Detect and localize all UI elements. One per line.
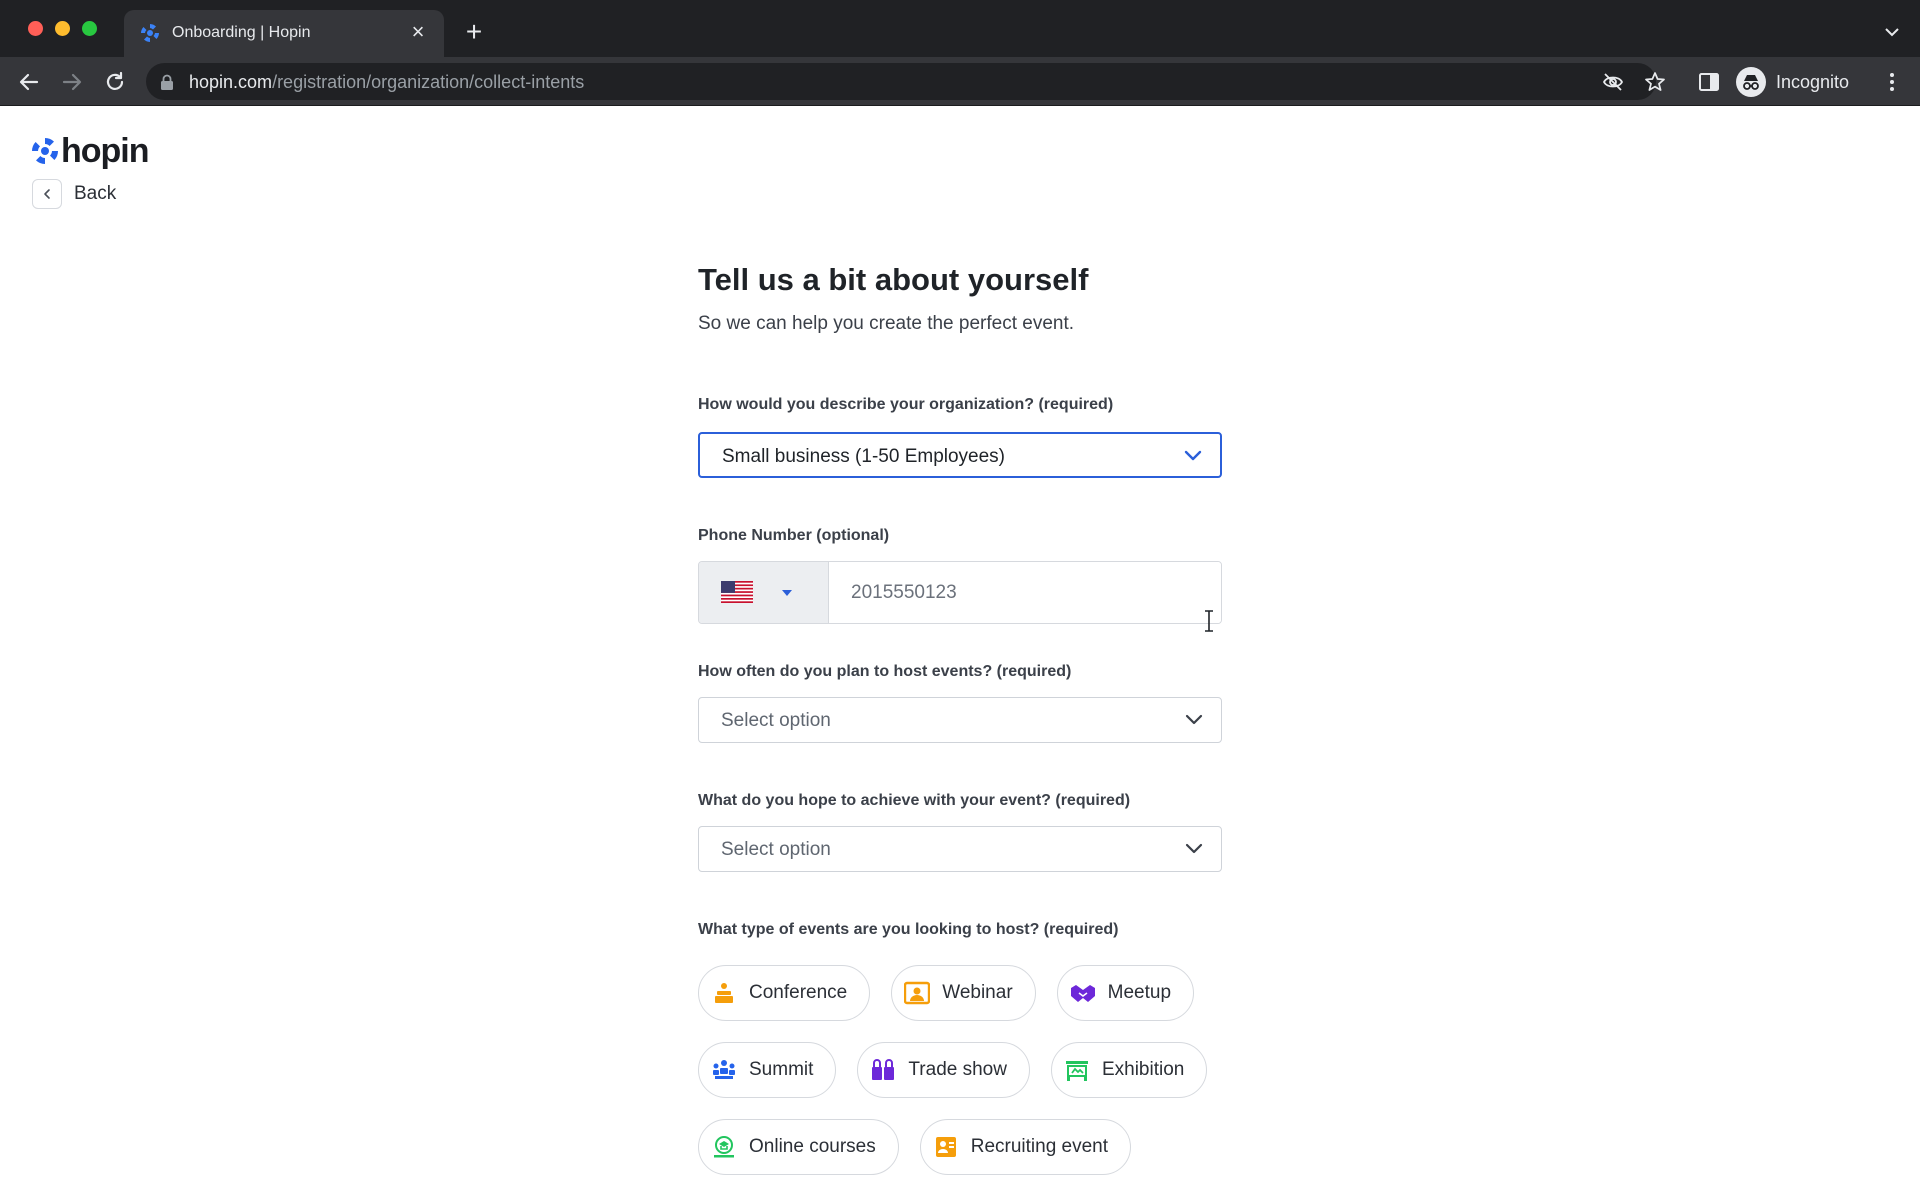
event-type-chip-trade-show[interactable]: Trade show bbox=[857, 1042, 1030, 1098]
logo-wordmark: hopin bbox=[61, 132, 150, 170]
summit-icon bbox=[711, 1057, 737, 1083]
event-types-label: What type of events are you looking to h… bbox=[698, 921, 1119, 938]
tab-search-chevron-icon[interactable] bbox=[1880, 20, 1904, 44]
online-courses-icon bbox=[711, 1134, 737, 1160]
phone-input[interactable] bbox=[829, 562, 1221, 623]
text-cursor-icon bbox=[1205, 610, 1213, 632]
phone-label: Phone Number (optional) bbox=[698, 527, 890, 544]
back-label: Back bbox=[74, 183, 117, 204]
window-minimize-button[interactable] bbox=[55, 21, 70, 36]
tab-title: Onboarding | Hopin bbox=[172, 24, 311, 41]
recruiting-event-icon bbox=[933, 1134, 959, 1160]
country-code-select[interactable] bbox=[699, 562, 829, 623]
phone-field bbox=[698, 561, 1222, 624]
chevron-down-icon bbox=[1185, 843, 1203, 854]
kebab-menu-icon[interactable] bbox=[1880, 70, 1904, 94]
new-tab-plus-icon[interactable]: + bbox=[460, 18, 488, 46]
event-type-chips: Conference Webinar Meetup Summit Trade s… bbox=[698, 965, 1222, 1196]
bookmark-star-icon[interactable] bbox=[1644, 71, 1666, 93]
lock-icon bbox=[161, 74, 173, 90]
frequency-label: How often do you plan to host events? (r… bbox=[698, 663, 1072, 680]
goal-label: What do you hope to achieve with your ev… bbox=[698, 792, 1131, 809]
event-type-chip-online-courses[interactable]: Online courses bbox=[698, 1119, 899, 1175]
frequency-select-placeholder: Select option bbox=[721, 710, 831, 731]
exhibition-icon bbox=[1064, 1057, 1090, 1083]
chevron-down-icon bbox=[1184, 450, 1202, 461]
event-type-chip-conference[interactable]: Conference bbox=[698, 965, 871, 1021]
meetup-icon bbox=[1070, 980, 1096, 1006]
incognito-profile-button[interactable]: Incognito bbox=[1736, 64, 1849, 100]
goal-select-placeholder: Select option bbox=[721, 839, 831, 860]
conference-icon bbox=[711, 980, 737, 1006]
window-maximize-button[interactable] bbox=[82, 21, 97, 36]
chip-label: Recruiting event bbox=[970, 1136, 1109, 1157]
chip-label: Meetup bbox=[1107, 982, 1172, 1003]
page-title: Tell us a bit about yourself bbox=[698, 262, 1089, 297]
url-host: hopin.com bbox=[189, 72, 273, 92]
hopin-logo-mark-icon bbox=[31, 137, 59, 165]
us-flag-icon bbox=[721, 581, 753, 603]
chip-label: Webinar bbox=[942, 982, 1013, 1003]
chip-label: Trade show bbox=[908, 1059, 1007, 1080]
address-bar[interactable]: hopin.com/registration/organization/coll… bbox=[146, 63, 1665, 100]
onboarding-form: Tell us a bit about yourself So we can h… bbox=[698, 260, 1222, 1175]
caret-down-icon bbox=[782, 590, 792, 596]
hopin-favicon-icon bbox=[141, 24, 159, 42]
chip-label: Conference bbox=[749, 982, 848, 1003]
window-close-button[interactable] bbox=[28, 21, 43, 36]
reload-icon[interactable] bbox=[102, 69, 128, 95]
event-type-chip-summit[interactable]: Summit bbox=[698, 1042, 837, 1098]
chip-label: Exhibition bbox=[1101, 1059, 1185, 1080]
browser-tab-active[interactable]: Onboarding | Hopin × bbox=[124, 10, 444, 57]
event-type-chip-webinar[interactable]: Webinar bbox=[891, 965, 1036, 1021]
event-type-chip-meetup[interactable]: Meetup bbox=[1056, 965, 1195, 1021]
organization-label: How would you describe your organization… bbox=[698, 396, 1114, 413]
back-button[interactable]: Back bbox=[32, 179, 116, 209]
url-text: hopin.com/registration/organization/coll… bbox=[189, 72, 584, 93]
side-panel-icon[interactable] bbox=[1697, 70, 1721, 94]
incognito-icon bbox=[1736, 67, 1766, 97]
organization-select[interactable]: Small business (1-50 Employees) bbox=[698, 432, 1222, 478]
organization-select-value: Small business (1-50 Employees) bbox=[722, 446, 1006, 467]
trade-show-icon bbox=[870, 1057, 896, 1083]
url-path: /registration/organization/collect-inten… bbox=[272, 72, 585, 92]
frequency-select[interactable]: Select option bbox=[698, 697, 1222, 743]
back-arrow-icon[interactable] bbox=[16, 69, 42, 95]
forward-arrow-icon[interactable] bbox=[59, 69, 85, 95]
incognito-label: Incognito bbox=[1776, 71, 1850, 92]
webinar-icon bbox=[904, 980, 931, 1006]
browser-toolbar: hopin.com/registration/organization/coll… bbox=[0, 57, 1920, 106]
browser-tab-bar: Onboarding | Hopin × + bbox=[0, 0, 1920, 57]
chevron-left-icon bbox=[32, 179, 62, 209]
hopin-logo: hopin bbox=[31, 131, 150, 171]
event-type-chip-exhibition[interactable]: Exhibition bbox=[1050, 1042, 1208, 1098]
page-subtitle: So we can help you create the perfect ev… bbox=[698, 313, 1075, 334]
goal-select[interactable]: Select option bbox=[698, 826, 1222, 872]
tab-close-icon[interactable]: × bbox=[406, 20, 430, 44]
chip-label: Summit bbox=[749, 1059, 814, 1080]
chevron-down-icon bbox=[1185, 714, 1203, 725]
event-type-chip-recruiting-event[interactable]: Recruiting event bbox=[919, 1119, 1132, 1175]
chip-label: Online courses bbox=[749, 1136, 876, 1157]
eye-off-icon[interactable] bbox=[1602, 71, 1624, 93]
